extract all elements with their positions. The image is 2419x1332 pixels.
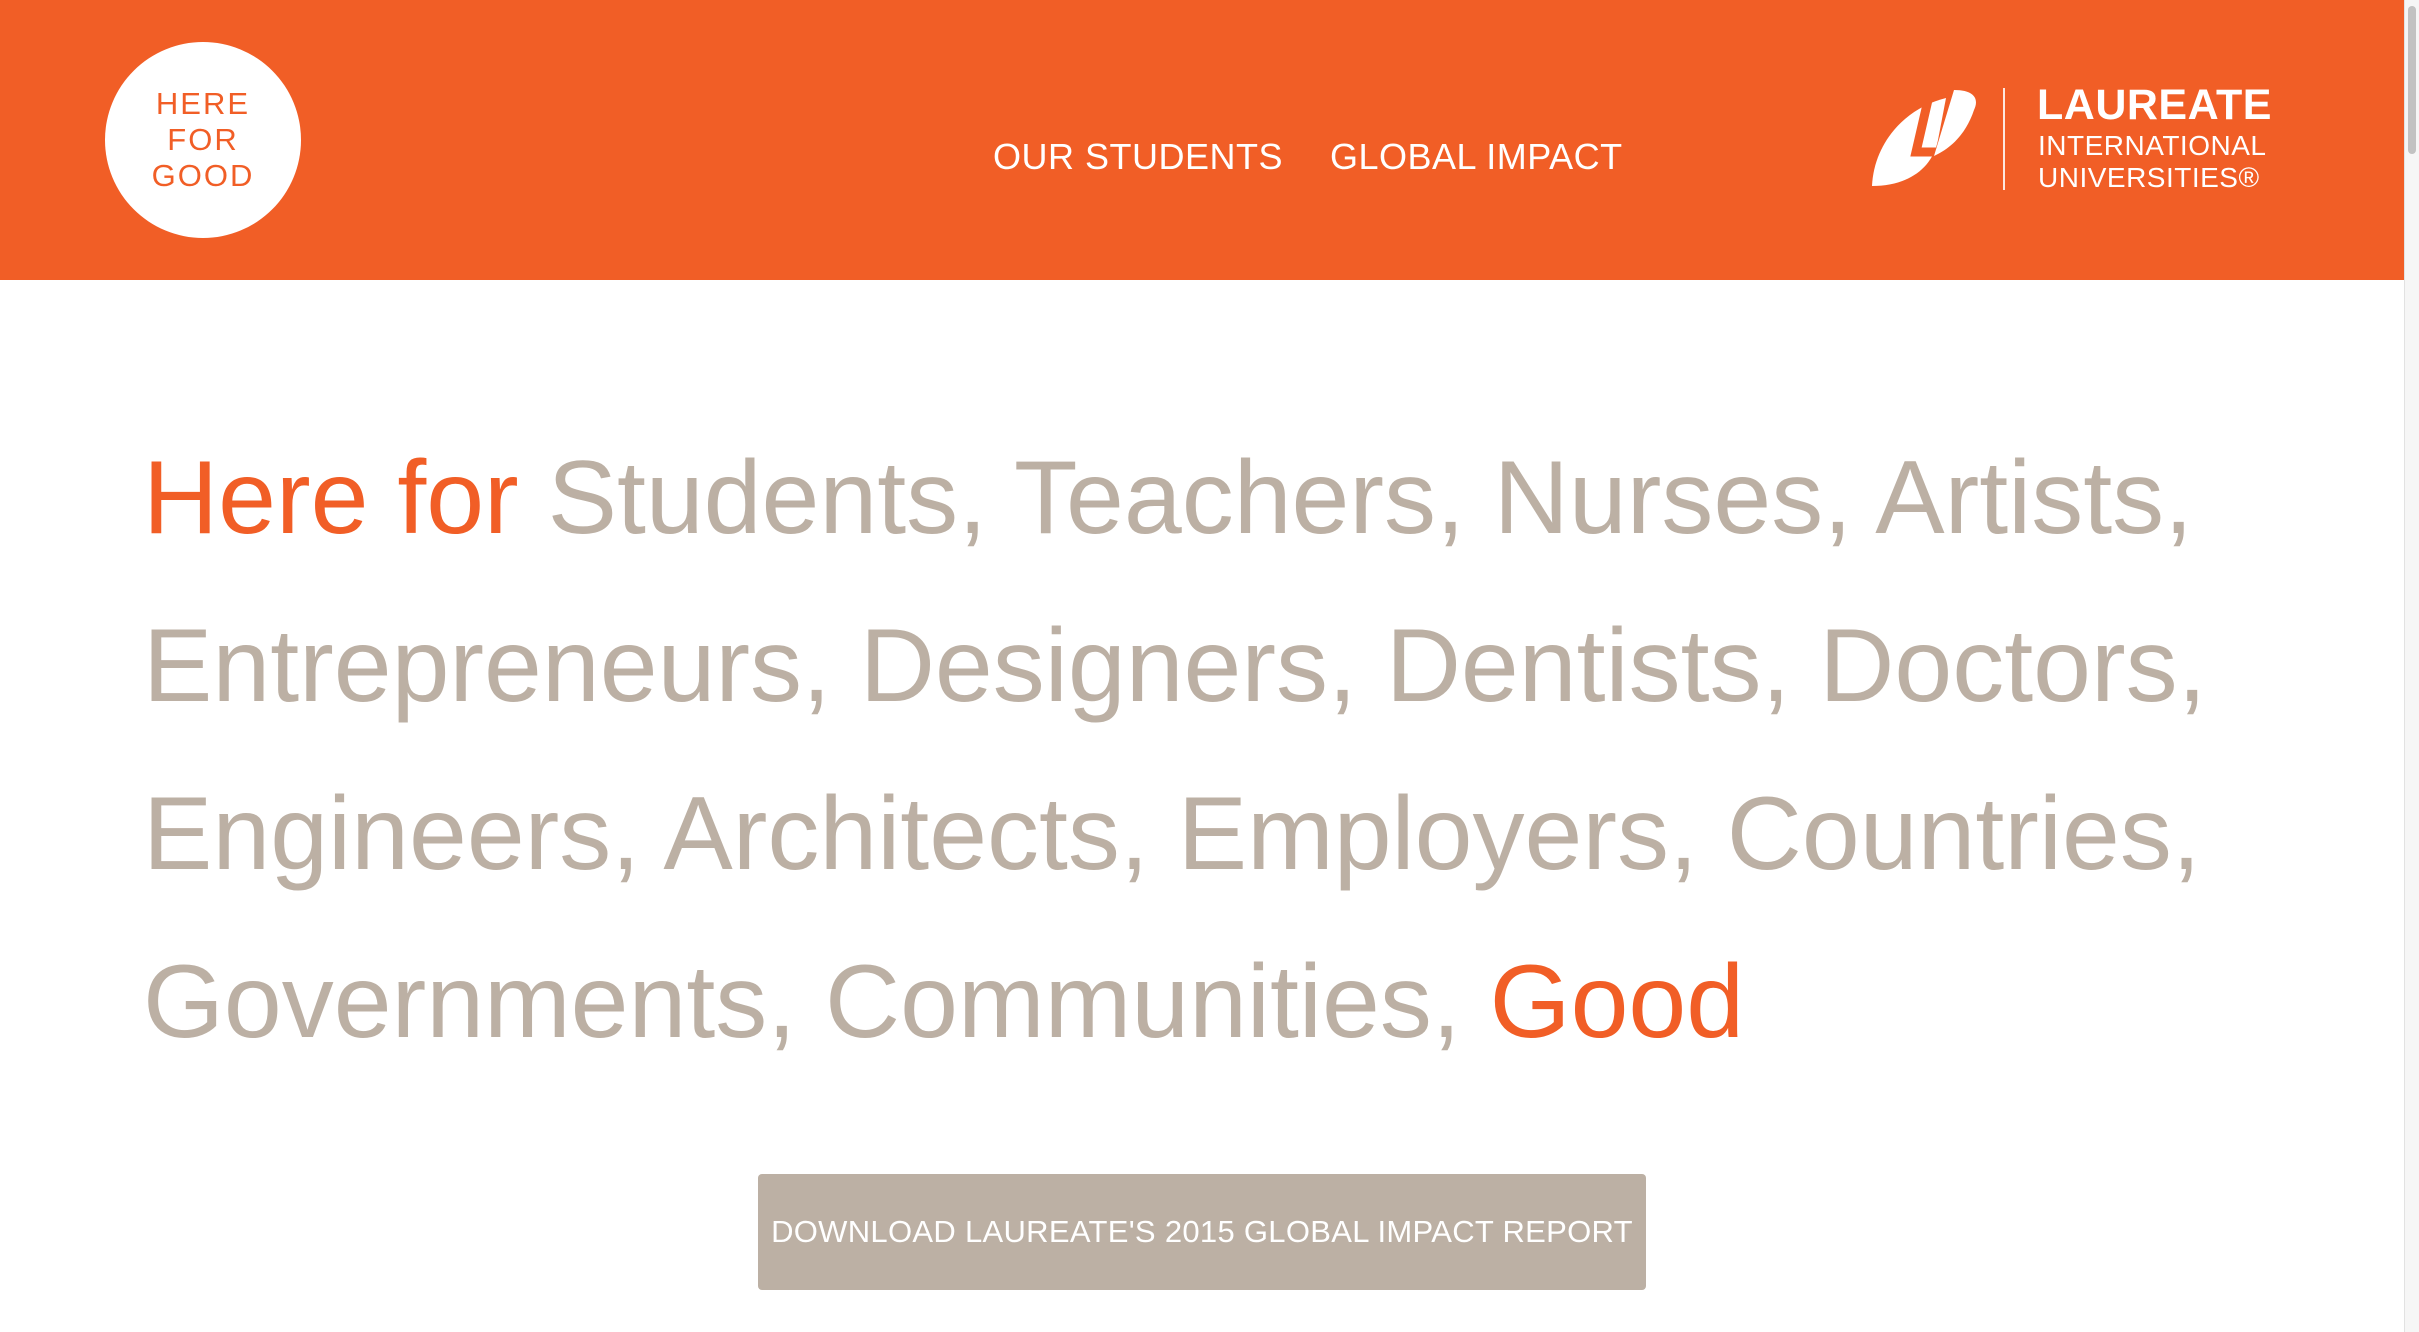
nav-item-our-students: OUR STUDENTS (993, 132, 1283, 182)
hero-line-4-text: Governments, Communities, (143, 944, 1490, 1060)
hero-line-1-text: Students, Teachers, Nurses, Artists, (518, 440, 2194, 556)
hero-accent-good: Good (1489, 944, 1745, 1060)
scrollbar-thumb[interactable] (2408, 6, 2416, 154)
hero-line-4: Governments, Communities, Good (143, 918, 2303, 1086)
hero-statement: Here for Students, Teachers, Nurses, Art… (143, 414, 2303, 1086)
site-header: HERE FOR GOOD OUR STUDENTS GLOBAL IMPACT… (0, 0, 2404, 280)
nav-item-global-impact: GLOBAL IMPACT (1330, 132, 1623, 182)
leaf-l-logo-icon (1872, 90, 1976, 186)
badge-line-here: HERE (155, 86, 251, 121)
logo-subtitle-1: INTERNATIONAL (2038, 130, 2267, 161)
download-report-button[interactable]: DOWNLOAD LAUREATE'S 2015 GLOBAL IMPACT R… (758, 1174, 1646, 1290)
nav-link-global-impact[interactable]: GLOBAL IMPACT (1330, 136, 1623, 178)
logo-brand-name: LAUREATE (2037, 81, 2272, 129)
hero-accent-here-for: Here for (143, 440, 519, 556)
nav-link-our-students[interactable]: OUR STUDENTS (993, 136, 1283, 178)
hero-line-3: Engineers, Architects, Employers, Countr… (143, 776, 2201, 892)
badge-line-good: GOOD (151, 158, 255, 193)
logo-divider (2003, 88, 2005, 190)
logo-subtitle-2: UNIVERSITIES® (2038, 162, 2260, 193)
here-for-good-badge[interactable]: HERE FOR GOOD (105, 42, 301, 238)
hero-line-2: Entrepreneurs, Designers, Dentists, Doct… (143, 608, 2207, 724)
laureate-logo[interactable]: LAUREATE INTERNATIONAL UNIVERSITIES® (1870, 82, 2280, 194)
page-scrollbar[interactable] (2404, 0, 2419, 1332)
hero-line-1: Here for Students, Teachers, Nurses, Art… (143, 414, 2303, 582)
badge-line-for: FOR (167, 122, 239, 157)
